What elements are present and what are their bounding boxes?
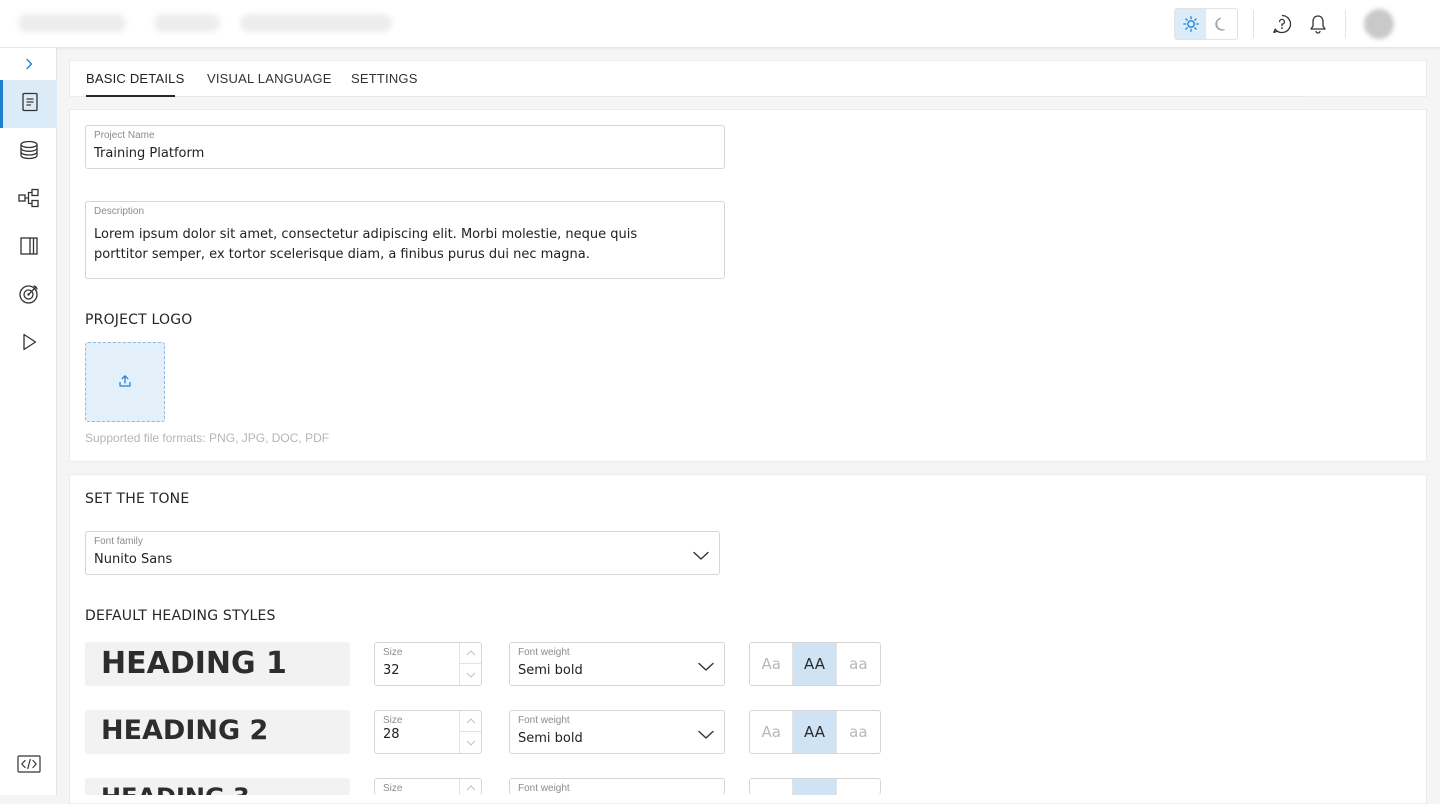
database-icon (19, 140, 39, 164)
size-label: Size (383, 647, 403, 658)
tab-visual-language[interactable]: VISUAL LANGUAGE (207, 71, 332, 86)
heading-3-preview: HEADING 3 (85, 778, 350, 795)
theme-toggle[interactable] (1174, 8, 1238, 40)
font-weight-label: Font weight (518, 715, 570, 726)
heading-2-preview-text: HEADING 2 (101, 715, 269, 746)
project-name-label: Project Name (94, 130, 155, 141)
description-label: Description (94, 206, 145, 217)
sidebar-item-workflow[interactable] (0, 176, 57, 224)
heading-2-font-weight-value: Semi bold (518, 731, 583, 746)
heading-1-size-value[interactable]: 32 (383, 663, 400, 678)
case-option-title[interactable]: Aa (750, 711, 794, 753)
heading-2-case-toggle[interactable]: Aa AA aa (749, 710, 881, 754)
chevron-down-icon[interactable] (698, 657, 714, 676)
sidebar (0, 48, 57, 795)
font-family-label: Font family (94, 536, 143, 547)
heading-3-size-stepper[interactable]: Size (374, 778, 482, 795)
case-option-upper[interactable]: AA (793, 711, 837, 753)
logo-upload-dropzone[interactable] (85, 342, 165, 422)
chevron-down-icon[interactable] (693, 546, 709, 565)
bell-icon[interactable] (1306, 12, 1330, 36)
library-icon (19, 236, 39, 260)
sidebar-item-embed[interactable] (0, 742, 57, 790)
active-tab-indicator (86, 95, 175, 97)
sidebar-item-goals[interactable] (0, 272, 57, 320)
heading-2-size-arrows (459, 711, 481, 753)
description-value[interactable]: Lorem ipsum dolor sit amet, consectetur … (94, 225, 694, 265)
heading-1-preview-text: HEADING 1 (101, 646, 287, 681)
project-logo-title: PROJECT LOGO (85, 312, 193, 328)
workspace-selector-blurred[interactable] (154, 14, 220, 32)
file-formats-hint: Supported file formats: PNG, JPG, DOC, P… (85, 431, 330, 445)
case-option-lower[interactable] (837, 779, 880, 795)
workflow-icon (17, 188, 40, 212)
tab-baseline (86, 96, 1301, 97)
chevron-down-icon[interactable] (460, 664, 481, 685)
play-icon (20, 332, 38, 356)
heading-3-preview-text: HEADING 3 (101, 783, 250, 795)
font-weight-label: Font weight (518, 783, 570, 794)
chevron-right-icon[interactable] (17, 54, 41, 74)
heading-2-size-stepper[interactable]: Size 28 (374, 710, 482, 754)
chevron-up-icon[interactable] (460, 711, 481, 732)
chevron-up-icon[interactable] (460, 779, 481, 795)
tab-settings[interactable]: SETTINGS (351, 71, 418, 86)
target-icon (18, 283, 40, 309)
moon-icon[interactable] (1206, 9, 1237, 39)
case-option-title[interactable] (750, 779, 794, 795)
case-option-lower[interactable]: aa (837, 643, 880, 685)
app-logo-blurred (18, 14, 126, 32)
document-icon (20, 92, 40, 116)
upload-icon (118, 373, 132, 392)
tab-basic-details[interactable]: BASIC DETAILS (86, 71, 184, 86)
topbar-divider (1253, 10, 1254, 38)
sidebar-item-details[interactable] (0, 80, 57, 128)
heading-3-font-weight-select[interactable]: Font weight (509, 778, 725, 795)
chevron-down-icon[interactable] (460, 732, 481, 753)
heading-2-preview: HEADING 2 (85, 710, 350, 754)
case-option-upper[interactable] (793, 779, 837, 795)
heading-2-size-value[interactable]: 28 (383, 727, 400, 742)
sidebar-item-preview[interactable] (0, 320, 57, 368)
sun-icon[interactable] (1175, 9, 1206, 39)
default-heading-styles-title: DEFAULT HEADING STYLES (85, 608, 276, 624)
heading-3-size-arrows (459, 779, 481, 795)
font-family-select[interactable]: Font family Nunito Sans (85, 531, 720, 575)
font-family-value: Nunito Sans (94, 552, 173, 567)
avatar[interactable] (1364, 9, 1394, 39)
sidebar-item-data[interactable] (0, 128, 57, 176)
description-field[interactable]: Description Lorem ipsum dolor sit amet, … (85, 201, 725, 279)
chevron-up-icon[interactable] (460, 643, 481, 664)
heading-2-font-weight-select[interactable]: Font weight Semi bold (509, 710, 725, 754)
heading-1-size-stepper[interactable]: Size 32 (374, 642, 482, 686)
case-option-upper[interactable]: AA (793, 643, 837, 685)
case-option-title[interactable]: Aa (750, 643, 794, 685)
help-bubble-icon[interactable] (1270, 12, 1294, 36)
project-name-field[interactable]: Project Name Training Platform (85, 125, 725, 169)
size-label: Size (383, 783, 403, 794)
heading-3-case-toggle[interactable] (749, 778, 881, 795)
heading-1-font-weight-select[interactable]: Font weight Semi bold (509, 642, 725, 686)
topbar-divider (1345, 10, 1346, 38)
tone-card (69, 474, 1427, 804)
heading-1-font-weight-value: Semi bold (518, 663, 583, 678)
font-weight-label: Font weight (518, 647, 570, 658)
size-label: Size (383, 715, 403, 726)
heading-1-size-arrows (459, 643, 481, 685)
chevron-down-icon[interactable] (698, 725, 714, 744)
top-bar (0, 0, 1440, 48)
heading-1-preview: HEADING 1 (85, 642, 350, 686)
set-the-tone-title: SET THE TONE (85, 491, 190, 507)
project-selector-blurred[interactable] (240, 14, 392, 32)
sidebar-item-library[interactable] (0, 224, 57, 272)
heading-1-case-toggle[interactable]: Aa AA aa (749, 642, 881, 686)
project-name-value[interactable]: Training Platform (94, 146, 204, 161)
case-option-lower[interactable]: aa (837, 711, 880, 753)
tab-bar: BASIC DETAILS VISUAL LANGUAGE SETTINGS (69, 60, 1427, 97)
code-icon (16, 755, 41, 777)
